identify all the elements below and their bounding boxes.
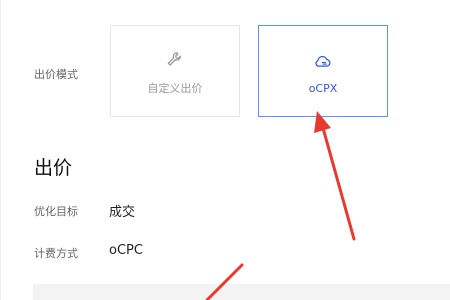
annotation-arrows <box>205 111 356 300</box>
annotation-arrow-ocpx <box>314 111 356 241</box>
annotation-arrow-bottom <box>205 263 244 300</box>
